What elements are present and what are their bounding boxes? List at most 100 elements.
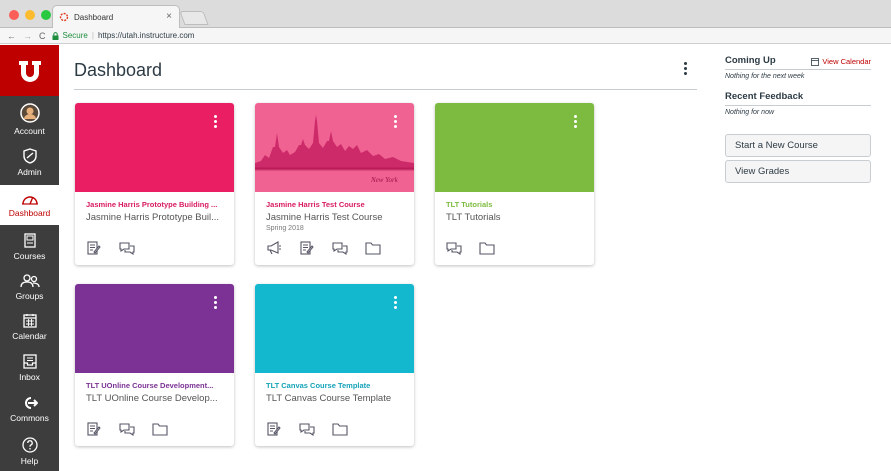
window-controls (9, 10, 51, 20)
courses-icon (23, 233, 36, 248)
files-icon[interactable] (152, 422, 168, 436)
course-card-header[interactable] (75, 103, 234, 192)
dashboard-options-icon[interactable] (680, 62, 690, 78)
nav-label-help: Help (20, 455, 39, 466)
card-options-icon[interactable] (214, 115, 217, 128)
course-card-subtitle: TLT Tutorials (446, 212, 501, 223)
discussions-icon[interactable] (446, 241, 462, 255)
assignments-icon[interactable] (299, 241, 315, 255)
forward-icon[interactable]: → (23, 31, 32, 41)
course-card-title[interactable]: Jasmine Harris Test Course (266, 200, 408, 209)
card-options-icon[interactable] (214, 296, 217, 309)
discussions-icon[interactable] (332, 241, 348, 255)
skyline-image: New York (255, 115, 414, 184)
browser-tab[interactable]: Dashboard × (52, 5, 180, 28)
course-card-subtitle: TLT Canvas Course Template (266, 393, 392, 404)
files-icon[interactable] (365, 241, 381, 255)
new-tab-button[interactable] (179, 11, 209, 25)
files-icon[interactable] (332, 422, 348, 436)
groups-icon (19, 273, 40, 287)
recent-feedback-heading: Recent Feedback (725, 91, 804, 102)
help-icon (21, 436, 38, 453)
card-options-icon[interactable] (394, 115, 397, 128)
reload-icon[interactable]: C (39, 31, 46, 41)
course-card-links (86, 241, 135, 255)
course-card-title[interactable]: TLT Tutorials (446, 200, 588, 209)
nav-help[interactable]: Help (0, 431, 59, 471)
nav-label-groups: Groups (15, 290, 44, 301)
course-card-header[interactable]: New York (255, 103, 414, 192)
avatar (19, 102, 40, 123)
url-text: https://utah.instructure.com (97, 31, 195, 40)
course-card[interactable]: TLT Canvas Course Template TLT Canvas Co… (255, 284, 414, 446)
files-icon[interactable] (479, 241, 495, 255)
inbox-icon (22, 354, 37, 369)
coming-up-note: Nothing for the next week (725, 73, 805, 80)
close-tab-icon[interactable]: × (166, 11, 172, 22)
nav-label-calendar: Calendar (12, 331, 47, 341)
nav-groups[interactable]: Groups (0, 267, 59, 307)
dashboard-icon (21, 195, 38, 205)
course-card-links (266, 422, 348, 436)
zoom-window-button[interactable] (41, 10, 51, 20)
course-card-links (266, 241, 381, 255)
nav-courses[interactable]: Courses (0, 227, 59, 267)
title-divider (74, 89, 697, 90)
u-logo-icon (18, 60, 41, 82)
course-card-header[interactable] (435, 103, 594, 192)
right-sidebar: Coming Up View Calendar Nothing for the … (725, 55, 871, 116)
calendar-icon (811, 57, 820, 66)
nav-label-commons: Commons (10, 412, 49, 423)
global-navigation: Account Admin Dashboard Courses Groups C… (0, 45, 59, 471)
commons-icon (24, 396, 38, 409)
nav-inbox[interactable]: Inbox (0, 348, 59, 388)
hero-caption: New York (370, 176, 399, 184)
course-card-subtitle: TLT UOnline Course Develop... (86, 393, 218, 404)
discussions-icon[interactable] (119, 422, 135, 436)
canvas-favicon-icon (59, 12, 69, 22)
tab-title: Dashboard (74, 12, 114, 22)
assignments-icon[interactable] (266, 422, 282, 436)
back-icon[interactable]: ← (7, 31, 16, 41)
assignments-icon[interactable] (86, 422, 102, 436)
nav-dashboard[interactable]: Dashboard (0, 185, 59, 225)
course-card-links (446, 241, 495, 255)
coming-up-divider (725, 69, 871, 70)
browser-tab-bar: Dashboard × (0, 0, 891, 28)
url-separator: | (91, 31, 94, 40)
card-options-icon[interactable] (574, 115, 577, 128)
discussions-icon[interactable] (119, 241, 135, 255)
minimize-window-button[interactable] (25, 10, 35, 20)
nav-admin[interactable]: Admin (0, 142, 59, 182)
course-card[interactable]: New York Jasmine Harris Test Course Jasm… (255, 103, 414, 265)
url-field[interactable]: Secure | https://utah.instructure.com (52, 31, 195, 40)
course-card[interactable]: TLT Tutorials TLT Tutorials (435, 103, 594, 265)
view-calendar-link[interactable]: View Calendar (811, 57, 871, 66)
course-card-header[interactable] (75, 284, 234, 373)
announcements-icon[interactable] (266, 241, 282, 255)
page-title: Dashboard (74, 60, 163, 80)
nav-account[interactable]: Account (0, 99, 59, 139)
card-options-icon[interactable] (394, 296, 397, 309)
nav-calendar[interactable]: Calendar (0, 307, 59, 347)
discussions-icon[interactable] (299, 422, 315, 436)
nav-commons[interactable]: Commons (0, 389, 59, 429)
university-logo[interactable] (0, 45, 59, 96)
course-card-title[interactable]: TLT Canvas Course Template (266, 381, 408, 390)
recent-feedback-note: Nothing for now (725, 109, 775, 116)
nav-label-admin: Admin (17, 166, 42, 177)
course-card-title[interactable]: Jasmine Harris Prototype Building ... (86, 200, 228, 209)
nav-label-account: Account (14, 125, 45, 136)
nav-label-inbox: Inbox (19, 372, 40, 382)
course-card[interactable]: Jasmine Harris Prototype Building ... Ja… (75, 103, 234, 265)
close-window-button[interactable] (9, 10, 19, 20)
assignments-icon[interactable] (86, 241, 102, 255)
course-card[interactable]: TLT UOnline Course Development... TLT UO… (75, 284, 234, 446)
secure-label: Secure (62, 31, 88, 40)
course-card-header[interactable] (255, 284, 414, 373)
start-new-course-button[interactable]: Start a New Course (725, 134, 871, 157)
view-grades-button[interactable]: View Grades (725, 160, 871, 183)
course-card-term: Spring 2018 (266, 225, 304, 232)
view-calendar-label: View Calendar (822, 57, 871, 66)
course-card-title[interactable]: TLT UOnline Course Development... (86, 381, 228, 390)
